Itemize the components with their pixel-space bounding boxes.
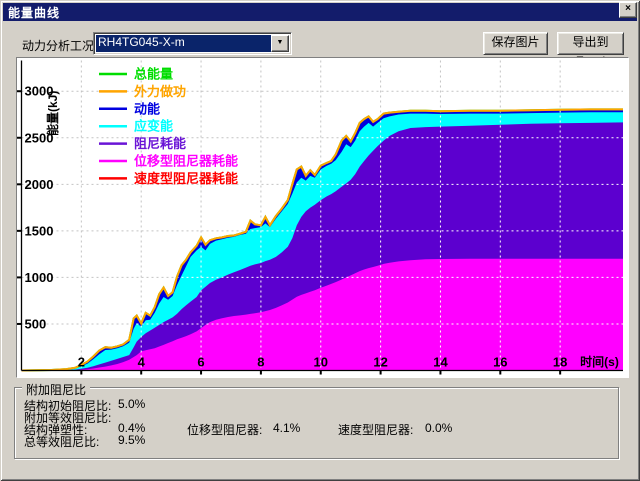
y-tick-label: 500	[25, 316, 47, 331]
legend-item-6: 速度型阻尼器耗能	[99, 171, 238, 186]
legend-label: 位移型阻尼器耗能	[134, 154, 238, 169]
energy-curve-window: 能量曲线 × 动力分析工况 RH4TG045-X-m ▼ 保存图片 导出到Exc…	[0, 0, 640, 481]
x-tick-label: 10	[314, 355, 328, 370]
save-image-button[interactable]: 保存图片	[483, 32, 548, 55]
legend-label: 阻尼耗能	[134, 136, 186, 151]
x-tick-label: 2	[78, 355, 85, 370]
legend-label: 外力做功	[133, 84, 186, 99]
window-title: 能量曲线	[3, 4, 60, 21]
legend-item-3: 应变能	[99, 119, 173, 134]
legend-item-1: 外力做功	[99, 84, 186, 99]
export-excel-button[interactable]: 导出到Excel	[557, 32, 624, 55]
x-tick-label: 4	[138, 355, 146, 370]
legend-item-2: 动能	[99, 101, 160, 116]
legend-label: 速度型阻尼器耗能	[134, 171, 238, 186]
legend-label: 动能	[134, 101, 160, 116]
damping-groupbox-title: 附加阻尼比	[22, 381, 90, 398]
legend-item-5: 位移型阻尼器耗能	[99, 154, 238, 169]
legend-label: 总能量	[134, 67, 173, 82]
damping-row-label: 位移型阻尼器:	[187, 421, 262, 438]
damping-row-label: 总等效阻尼比:	[24, 433, 99, 450]
x-tick-label: 14	[433, 355, 448, 370]
damping-row-value: 0.0%	[425, 421, 452, 435]
x-tick-label: 8	[257, 355, 264, 370]
damping-row-value: 4.1%	[273, 421, 300, 435]
chevron-down-icon: ▼	[277, 39, 284, 46]
y-axis-title: 能量(kJ)	[45, 91, 60, 136]
x-tick-label: 16	[493, 355, 507, 370]
damping-row-value: 5.0%	[118, 397, 145, 411]
x-tick-label: 12	[373, 355, 387, 370]
combobox-arrow-button[interactable]: ▼	[271, 35, 289, 52]
energy-chart: 5001000150020002500300024681012141618时间(…	[17, 58, 626, 375]
x-tick-label: 6	[197, 355, 204, 370]
close-icon: ×	[625, 3, 631, 14]
condition-label: 动力分析工况	[22, 37, 94, 54]
chart-panel: 5001000150020002500300024681012141618时间(…	[16, 57, 629, 378]
close-button[interactable]: ×	[619, 2, 637, 18]
y-tick-label: 2000	[25, 177, 54, 192]
legend-item-0: 总能量	[99, 67, 173, 82]
condition-combobox[interactable]: RH4TG045-X-m ▼	[93, 32, 292, 55]
damping-row-label: 速度型阻尼器:	[338, 421, 413, 438]
condition-selected-value: RH4TG045-X-m	[96, 35, 272, 52]
legend: 总能量外力做功动能应变能阻尼耗能位移型阻尼器耗能速度型阻尼器耗能	[99, 67, 238, 186]
x-axis-title: 时间(s)	[580, 354, 619, 369]
legend-label: 应变能	[134, 119, 173, 134]
title-bar[interactable]: 能量曲线	[3, 3, 637, 21]
legend-item-4: 阻尼耗能	[99, 136, 186, 151]
y-tick-label: 1000	[25, 270, 54, 285]
x-tick-label: 18	[553, 355, 567, 370]
damping-row-value: 9.5%	[118, 433, 145, 447]
y-tick-label: 1500	[25, 223, 54, 238]
